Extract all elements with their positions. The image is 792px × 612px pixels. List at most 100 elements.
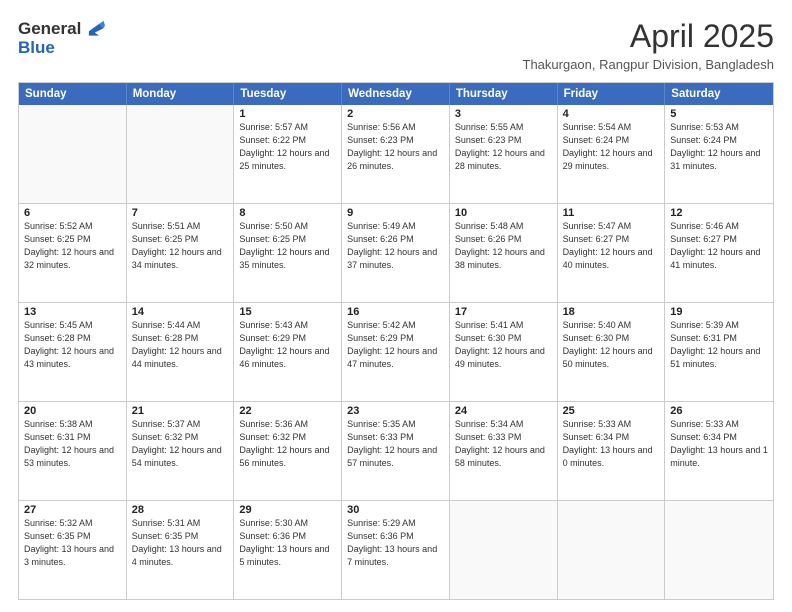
day-number: 15 [239, 306, 336, 318]
sun-info: Sunrise: 5:39 AMSunset: 6:31 PMDaylight:… [670, 319, 768, 371]
day-of-week-header: Saturday [665, 83, 773, 105]
day-number: 20 [24, 405, 121, 417]
sun-info: Sunrise: 5:50 AMSunset: 6:25 PMDaylight:… [239, 220, 336, 272]
day-number: 10 [455, 207, 552, 219]
calendar: SundayMondayTuesdayWednesdayThursdayFrid… [18, 82, 774, 600]
sun-info: Sunrise: 5:51 AMSunset: 6:25 PMDaylight:… [132, 220, 229, 272]
day-number: 2 [347, 108, 444, 120]
calendar-week-row: 20Sunrise: 5:38 AMSunset: 6:31 PMDayligh… [19, 401, 773, 500]
day-number: 21 [132, 405, 229, 417]
calendar-cell: 25Sunrise: 5:33 AMSunset: 6:34 PMDayligh… [558, 402, 666, 500]
calendar-cell: 7Sunrise: 5:51 AMSunset: 6:25 PMDaylight… [127, 204, 235, 302]
day-number: 22 [239, 405, 336, 417]
day-number: 17 [455, 306, 552, 318]
day-number: 12 [670, 207, 768, 219]
day-number: 14 [132, 306, 229, 318]
calendar-cell [19, 105, 127, 203]
day-number: 18 [563, 306, 660, 318]
calendar-cell [450, 501, 558, 599]
day-number: 24 [455, 405, 552, 417]
calendar-cell: 3Sunrise: 5:55 AMSunset: 6:23 PMDaylight… [450, 105, 558, 203]
sun-info: Sunrise: 5:45 AMSunset: 6:28 PMDaylight:… [24, 319, 121, 371]
calendar-cell: 10Sunrise: 5:48 AMSunset: 6:26 PMDayligh… [450, 204, 558, 302]
day-number: 25 [563, 405, 660, 417]
sun-info: Sunrise: 5:44 AMSunset: 6:28 PMDaylight:… [132, 319, 229, 371]
sun-info: Sunrise: 5:37 AMSunset: 6:32 PMDaylight:… [132, 418, 229, 470]
calendar-cell: 28Sunrise: 5:31 AMSunset: 6:35 PMDayligh… [127, 501, 235, 599]
logo: General Blue [18, 18, 105, 58]
calendar-cell [127, 105, 235, 203]
sun-info: Sunrise: 5:52 AMSunset: 6:25 PMDaylight:… [24, 220, 121, 272]
calendar-cell: 16Sunrise: 5:42 AMSunset: 6:29 PMDayligh… [342, 303, 450, 401]
calendar-cell: 8Sunrise: 5:50 AMSunset: 6:25 PMDaylight… [234, 204, 342, 302]
header: General Blue April 2025 Thakurgaon, Rang… [18, 18, 774, 72]
sun-info: Sunrise: 5:30 AMSunset: 6:36 PMDaylight:… [239, 517, 336, 569]
day-of-week-header: Tuesday [234, 83, 342, 105]
day-number: 30 [347, 504, 444, 516]
logo-general-text: General [18, 19, 81, 39]
calendar-cell: 20Sunrise: 5:38 AMSunset: 6:31 PMDayligh… [19, 402, 127, 500]
calendar-cell: 29Sunrise: 5:30 AMSunset: 6:36 PMDayligh… [234, 501, 342, 599]
calendar-header: SundayMondayTuesdayWednesdayThursdayFrid… [19, 83, 773, 105]
day-of-week-header: Monday [127, 83, 235, 105]
sun-info: Sunrise: 5:38 AMSunset: 6:31 PMDaylight:… [24, 418, 121, 470]
day-of-week-header: Thursday [450, 83, 558, 105]
day-number: 19 [670, 306, 768, 318]
day-number: 29 [239, 504, 336, 516]
calendar-cell: 5Sunrise: 5:53 AMSunset: 6:24 PMDaylight… [665, 105, 773, 203]
calendar-cell [558, 501, 666, 599]
calendar-cell: 23Sunrise: 5:35 AMSunset: 6:33 PMDayligh… [342, 402, 450, 500]
day-of-week-header: Friday [558, 83, 666, 105]
calendar-cell [665, 501, 773, 599]
sun-info: Sunrise: 5:29 AMSunset: 6:36 PMDaylight:… [347, 517, 444, 569]
calendar-cell: 26Sunrise: 5:33 AMSunset: 6:34 PMDayligh… [665, 402, 773, 500]
calendar-week-row: 27Sunrise: 5:32 AMSunset: 6:35 PMDayligh… [19, 500, 773, 599]
sun-info: Sunrise: 5:40 AMSunset: 6:30 PMDaylight:… [563, 319, 660, 371]
day-number: 7 [132, 207, 229, 219]
day-number: 6 [24, 207, 121, 219]
sun-info: Sunrise: 5:46 AMSunset: 6:27 PMDaylight:… [670, 220, 768, 272]
calendar-cell: 19Sunrise: 5:39 AMSunset: 6:31 PMDayligh… [665, 303, 773, 401]
day-number: 28 [132, 504, 229, 516]
calendar-cell: 24Sunrise: 5:34 AMSunset: 6:33 PMDayligh… [450, 402, 558, 500]
day-number: 23 [347, 405, 444, 417]
day-number: 3 [455, 108, 552, 120]
calendar-week-row: 13Sunrise: 5:45 AMSunset: 6:28 PMDayligh… [19, 302, 773, 401]
sun-info: Sunrise: 5:41 AMSunset: 6:30 PMDaylight:… [455, 319, 552, 371]
sun-info: Sunrise: 5:54 AMSunset: 6:24 PMDaylight:… [563, 121, 660, 173]
sun-info: Sunrise: 5:57 AMSunset: 6:22 PMDaylight:… [239, 121, 336, 173]
location-subtitle: Thakurgaon, Rangpur Division, Bangladesh [523, 57, 775, 72]
day-number: 27 [24, 504, 121, 516]
day-of-week-header: Wednesday [342, 83, 450, 105]
calendar-body: 1Sunrise: 5:57 AMSunset: 6:22 PMDaylight… [19, 105, 773, 599]
day-number: 4 [563, 108, 660, 120]
calendar-cell: 18Sunrise: 5:40 AMSunset: 6:30 PMDayligh… [558, 303, 666, 401]
sun-info: Sunrise: 5:34 AMSunset: 6:33 PMDaylight:… [455, 418, 552, 470]
calendar-cell: 17Sunrise: 5:41 AMSunset: 6:30 PMDayligh… [450, 303, 558, 401]
day-number: 11 [563, 207, 660, 219]
calendar-cell: 9Sunrise: 5:49 AMSunset: 6:26 PMDaylight… [342, 204, 450, 302]
calendar-cell: 21Sunrise: 5:37 AMSunset: 6:32 PMDayligh… [127, 402, 235, 500]
day-number: 13 [24, 306, 121, 318]
logo-blue-text: Blue [18, 38, 105, 58]
sun-info: Sunrise: 5:43 AMSunset: 6:29 PMDaylight:… [239, 319, 336, 371]
calendar-cell: 4Sunrise: 5:54 AMSunset: 6:24 PMDaylight… [558, 105, 666, 203]
sun-info: Sunrise: 5:33 AMSunset: 6:34 PMDaylight:… [563, 418, 660, 470]
sun-info: Sunrise: 5:35 AMSunset: 6:33 PMDaylight:… [347, 418, 444, 470]
calendar-cell: 11Sunrise: 5:47 AMSunset: 6:27 PMDayligh… [558, 204, 666, 302]
calendar-cell: 6Sunrise: 5:52 AMSunset: 6:25 PMDaylight… [19, 204, 127, 302]
title-block: April 2025 Thakurgaon, Rangpur Division,… [523, 18, 775, 72]
sun-info: Sunrise: 5:56 AMSunset: 6:23 PMDaylight:… [347, 121, 444, 173]
day-number: 8 [239, 207, 336, 219]
calendar-cell: 13Sunrise: 5:45 AMSunset: 6:28 PMDayligh… [19, 303, 127, 401]
logo-bird-icon [83, 18, 105, 40]
calendar-cell: 1Sunrise: 5:57 AMSunset: 6:22 PMDaylight… [234, 105, 342, 203]
sun-info: Sunrise: 5:48 AMSunset: 6:26 PMDaylight:… [455, 220, 552, 272]
sun-info: Sunrise: 5:36 AMSunset: 6:32 PMDaylight:… [239, 418, 336, 470]
day-of-week-header: Sunday [19, 83, 127, 105]
sun-info: Sunrise: 5:31 AMSunset: 6:35 PMDaylight:… [132, 517, 229, 569]
month-year-title: April 2025 [523, 18, 775, 55]
day-number: 1 [239, 108, 336, 120]
day-number: 26 [670, 405, 768, 417]
sun-info: Sunrise: 5:33 AMSunset: 6:34 PMDaylight:… [670, 418, 768, 470]
